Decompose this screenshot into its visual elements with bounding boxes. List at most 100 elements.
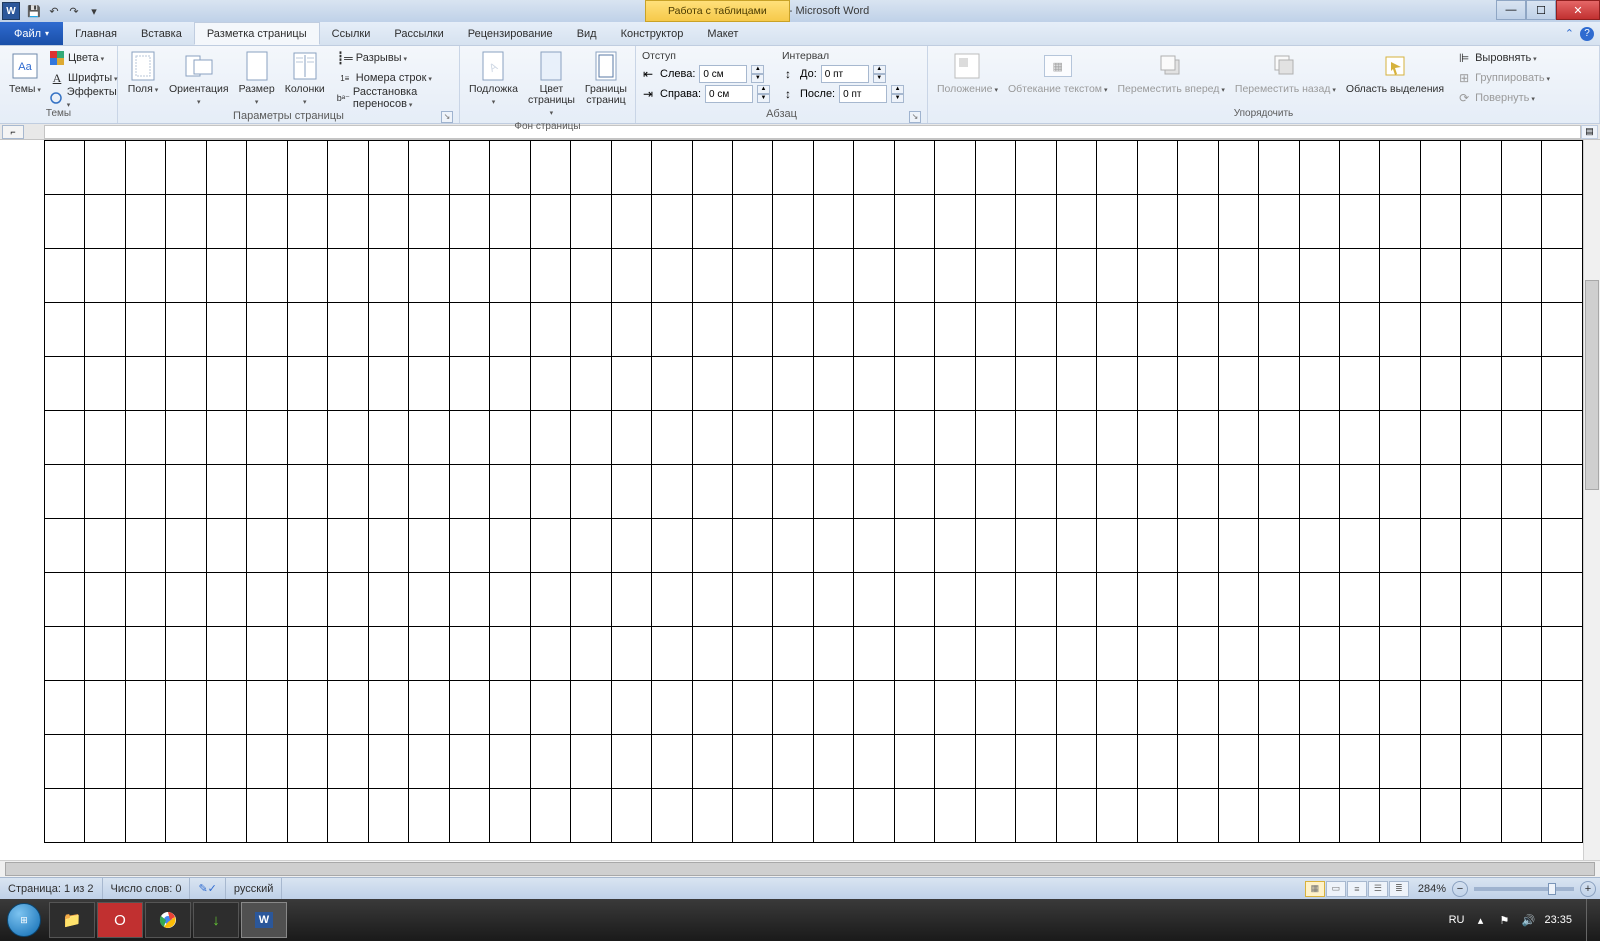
spacing-after-down[interactable]: ▼ bbox=[891, 94, 904, 103]
page-borders-button[interactable]: Границы страниц bbox=[580, 48, 632, 108]
tray-action-center-icon[interactable]: ⚑ bbox=[1496, 912, 1512, 928]
orientation-button[interactable]: Ориентация bbox=[164, 48, 234, 110]
margins-button[interactable]: Поля bbox=[122, 48, 164, 98]
align-button[interactable]: ⊫Выровнять bbox=[1453, 48, 1553, 68]
group-button[interactable]: ⊞Группировать bbox=[1453, 68, 1553, 88]
tab-references[interactable]: Ссылки bbox=[320, 22, 383, 45]
zoom-slider-thumb[interactable] bbox=[1548, 883, 1556, 895]
spacing-before-up[interactable]: ▲ bbox=[873, 65, 886, 74]
tab-table-layout[interactable]: Макет bbox=[695, 22, 750, 45]
indent-right-up[interactable]: ▲ bbox=[757, 85, 770, 94]
tray-show-hidden-icon[interactable]: ▴ bbox=[1472, 912, 1488, 928]
columns-icon bbox=[289, 50, 321, 82]
spacing-before-input[interactable]: 0 пт bbox=[821, 65, 869, 83]
page-color-button[interactable]: Цвет страницы bbox=[523, 48, 580, 121]
tab-insert[interactable]: Вставка bbox=[129, 22, 194, 45]
indent-right-input[interactable]: 0 см bbox=[705, 85, 753, 103]
rotate-button[interactable]: ⟳Повернуть bbox=[1453, 88, 1553, 108]
status-language[interactable]: русский bbox=[226, 878, 282, 899]
view-outline[interactable]: ☰ bbox=[1368, 881, 1388, 897]
tray-language[interactable]: RU bbox=[1449, 914, 1465, 926]
wrap-text-button[interactable]: ▦Обтекание текстом bbox=[1003, 48, 1113, 98]
zoom-level[interactable]: 284% bbox=[1418, 883, 1446, 895]
bring-forward-button[interactable]: Переместить вперед bbox=[1112, 48, 1229, 98]
spacing-after-up[interactable]: ▲ bbox=[891, 85, 904, 94]
tab-selector[interactable]: ⌐ bbox=[2, 125, 24, 139]
zoom-out-button[interactable]: − bbox=[1452, 881, 1468, 897]
taskbar-opera[interactable]: O bbox=[97, 902, 143, 938]
document-table[interactable] bbox=[44, 140, 1583, 843]
watermark-button[interactable]: AПодложка bbox=[464, 48, 523, 110]
tab-file[interactable]: Файл bbox=[0, 22, 63, 45]
pagesetup-launcher[interactable]: ↘ bbox=[441, 111, 453, 123]
zoom-slider[interactable] bbox=[1474, 887, 1574, 891]
indent-header: Отступ bbox=[640, 50, 780, 62]
view-print-layout[interactable]: ▦ bbox=[1305, 881, 1325, 897]
group-pagebg-label: Фон страницы bbox=[464, 121, 631, 132]
view-draft[interactable]: ≣ bbox=[1389, 881, 1409, 897]
maximize-button[interactable]: ☐ bbox=[1526, 0, 1556, 20]
status-word-count[interactable]: Число слов: 0 bbox=[103, 878, 191, 899]
zoom-in-button[interactable]: + bbox=[1580, 881, 1596, 897]
tab-home[interactable]: Главная bbox=[63, 22, 129, 45]
theme-colors-button[interactable]: Цвета bbox=[46, 48, 121, 68]
view-web-layout[interactable]: ≡ bbox=[1347, 881, 1367, 897]
tab-view[interactable]: Вид bbox=[565, 22, 609, 45]
help-button[interactable]: ? bbox=[1580, 27, 1594, 41]
tray-volume-icon[interactable]: 🔊 bbox=[1520, 912, 1536, 928]
ruler-toggle[interactable]: ▤ bbox=[1581, 125, 1598, 139]
theme-fonts-button[interactable]: AШрифты bbox=[46, 68, 121, 88]
close-button[interactable]: ✕ bbox=[1556, 0, 1600, 20]
tab-mailings[interactable]: Рассылки bbox=[382, 22, 455, 45]
indent-left-icon: ⇤ bbox=[640, 66, 656, 82]
tab-review[interactable]: Рецензирование bbox=[456, 22, 565, 45]
size-button[interactable]: Размер bbox=[234, 48, 280, 110]
horizontal-ruler[interactable] bbox=[44, 125, 1581, 139]
group-paragraph-label: Абзац↘ bbox=[640, 108, 923, 123]
status-page[interactable]: Страница: 1 из 2 bbox=[0, 878, 103, 899]
tray-clock[interactable]: 23:35 bbox=[1544, 914, 1578, 926]
indent-left-up[interactable]: ▲ bbox=[751, 65, 764, 74]
collapse-ribbon-button[interactable]: ⌃ bbox=[1565, 27, 1574, 40]
indent-left-down[interactable]: ▼ bbox=[751, 74, 764, 83]
indent-left-label: Слева: bbox=[660, 68, 695, 80]
vertical-scrollbar[interactable] bbox=[1583, 140, 1600, 860]
orientation-icon bbox=[183, 50, 215, 82]
watermark-icon: A bbox=[477, 50, 509, 82]
redo-button[interactable]: ↷ bbox=[66, 3, 82, 19]
hscroll-thumb[interactable] bbox=[5, 862, 1595, 876]
taskbar-word[interactable]: W bbox=[241, 902, 287, 938]
hyphenation-button[interactable]: bᵃ⁻Расстановка переносов bbox=[334, 88, 455, 108]
tab-page-layout[interactable]: Разметка страницы bbox=[194, 22, 320, 45]
status-proofing[interactable]: ✎✓ bbox=[190, 878, 225, 899]
line-numbers-button[interactable]: 1≡Номера строк bbox=[334, 68, 455, 88]
vscroll-thumb[interactable] bbox=[1585, 280, 1599, 490]
taskbar-utorrent[interactable]: ↓ bbox=[193, 902, 239, 938]
spacing-after-input[interactable]: 0 пт bbox=[839, 85, 887, 103]
show-desktop-button[interactable] bbox=[1586, 899, 1596, 941]
paragraph-launcher[interactable]: ↘ bbox=[909, 111, 921, 123]
taskbar-chrome[interactable] bbox=[145, 902, 191, 938]
taskbar-explorer[interactable]: 📁 bbox=[49, 902, 95, 938]
backward-icon bbox=[1269, 50, 1301, 82]
breaks-button[interactable]: ┋═Разрывы bbox=[334, 48, 455, 68]
wrap-icon: ▦ bbox=[1042, 50, 1074, 82]
view-full-screen[interactable]: ▭ bbox=[1326, 881, 1346, 897]
start-button[interactable]: ⊞ bbox=[0, 899, 48, 941]
position-button[interactable]: Положение bbox=[932, 48, 1003, 98]
minimize-button[interactable]: — bbox=[1496, 0, 1526, 20]
themes-button[interactable]: Aa Темы bbox=[4, 48, 46, 98]
save-button[interactable]: 💾 bbox=[26, 3, 42, 19]
horizontal-scrollbar[interactable] bbox=[0, 860, 1600, 877]
group-themes-label: Темы bbox=[4, 108, 113, 123]
selection-pane-button[interactable]: Область выделения bbox=[1341, 48, 1449, 97]
theme-effects-button[interactable]: Эффекты bbox=[46, 88, 121, 108]
undo-button[interactable]: ↶ bbox=[46, 3, 62, 19]
indent-left-input[interactable]: 0 см bbox=[699, 65, 747, 83]
columns-button[interactable]: Колонки bbox=[280, 48, 330, 110]
send-backward-button[interactable]: Переместить назад bbox=[1230, 48, 1341, 98]
indent-right-down[interactable]: ▼ bbox=[757, 94, 770, 103]
spacing-before-down[interactable]: ▼ bbox=[873, 74, 886, 83]
qat-customize[interactable]: ▾ bbox=[86, 3, 102, 19]
tab-table-design[interactable]: Конструктор bbox=[609, 22, 696, 45]
